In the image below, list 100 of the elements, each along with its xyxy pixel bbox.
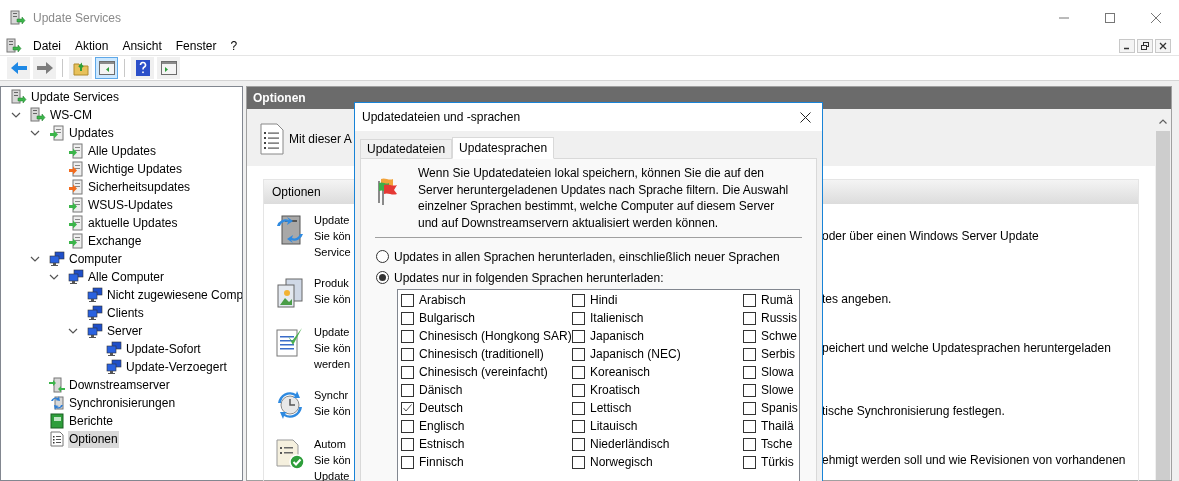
tree-item[interactable]: Updates [68, 124, 115, 142]
tree-item[interactable]: Computer [68, 250, 123, 268]
checkbox[interactable] [572, 311, 585, 325]
list-document-icon [49, 431, 65, 447]
language-label: Thailä [761, 418, 794, 435]
tab[interactable]: Updatesprachen [452, 137, 555, 159]
computers-icon [87, 305, 103, 321]
checkbox[interactable] [401, 383, 414, 397]
tree-item[interactable]: Alle Computer [87, 268, 166, 286]
computers-icon [49, 251, 65, 267]
scroll-up-icon[interactable] [1159, 118, 1167, 124]
checkbox[interactable] [572, 401, 585, 415]
checkbox[interactable] [743, 293, 756, 307]
language-label: Rumä [761, 292, 793, 309]
tree-item[interactable]: Exchange [87, 232, 143, 250]
downstream-icon [49, 377, 65, 393]
language-label: Türkis [761, 454, 794, 471]
menu-item[interactable]: Fenster [168, 36, 224, 55]
tree-item[interactable]: Berichte [68, 412, 115, 430]
checkbox[interactable] [401, 365, 414, 379]
panel-icon [160, 61, 177, 75]
tree-item[interactable]: Clients [106, 304, 145, 322]
tree-item[interactable]: Nicht zugewiesene Comp [106, 286, 242, 304]
computers-icon [106, 341, 122, 357]
menu-item[interactable]: Datei [26, 36, 68, 55]
language-label: Italienisch [590, 310, 644, 327]
tree-item[interactable]: Wichtige Updates [87, 160, 184, 178]
tree-item[interactable]: Server [106, 322, 144, 340]
pane-intro-text: Mit dieser A [289, 130, 352, 148]
tree-item[interactable]: Alle Updates [87, 142, 158, 160]
checkbox[interactable] [401, 437, 414, 451]
option-text: Autom [314, 437, 347, 452]
checkbox[interactable] [743, 401, 756, 415]
toolbar-button[interactable] [95, 57, 118, 79]
option-description: peichert und welche Updatesprachen heruntergeladen [822, 340, 1111, 357]
chevron-icon[interactable] [49, 272, 59, 282]
tree-item[interactable]: Downstreamserver [68, 376, 171, 394]
checkbox[interactable] [401, 419, 414, 433]
close-icon [1151, 13, 1161, 23]
checkbox[interactable] [743, 419, 756, 433]
scrollbar-thumb[interactable] [1156, 131, 1170, 480]
checkbox[interactable] [401, 293, 414, 307]
checkbox[interactable] [743, 455, 756, 469]
tree-item[interactable]: Update Services [30, 88, 121, 106]
tree-item[interactable]: Synchronisierungen [68, 394, 177, 412]
checkbox[interactable] [743, 383, 756, 397]
menu-item[interactable]: ? [223, 36, 245, 55]
checkbox[interactable] [401, 401, 414, 415]
option-text: Update [314, 325, 351, 340]
checkbox[interactable] [743, 329, 756, 343]
tree-item[interactable]: Optionen [68, 430, 119, 448]
tree-item[interactable]: Sicherheitsupdates [87, 178, 192, 196]
tree-item[interactable]: Update-Sofort [125, 340, 202, 358]
chevron-icon[interactable] [30, 128, 40, 138]
checkbox[interactable] [743, 365, 756, 379]
language-label: Chinesisch (vereinfacht) [419, 364, 548, 381]
chevron-icon[interactable] [30, 254, 40, 264]
language-label: Japanisch [590, 328, 645, 345]
chevron-icon[interactable] [11, 110, 21, 120]
mdi-restore-button[interactable] [1137, 38, 1153, 53]
menu-item[interactable]: Ansicht [115, 36, 169, 55]
checkbox[interactable] [572, 365, 585, 379]
radio-button[interactable] [376, 271, 389, 284]
app-icon [10, 10, 26, 26]
language-label: Litauisch [590, 418, 638, 435]
tab[interactable]: Updatedateien [360, 139, 453, 159]
server-icon [274, 214, 306, 246]
checkbox[interactable] [572, 293, 585, 307]
language-label: Arabisch [419, 292, 466, 309]
checkbox[interactable] [401, 311, 414, 325]
checkbox[interactable] [572, 329, 585, 343]
help-icon [135, 60, 150, 76]
checkbox[interactable] [401, 329, 414, 343]
checkbox[interactable] [743, 311, 756, 325]
checkbox[interactable] [572, 347, 585, 361]
checkbox[interactable] [401, 455, 414, 469]
tree-item[interactable]: Update-Verzoegert [125, 358, 228, 376]
update-icon [68, 233, 84, 249]
checkbox[interactable] [743, 437, 756, 451]
restore-icon [1141, 41, 1149, 50]
radio-label: Updates in allen Sprachen herunterladen, einschließlich neuer Sprachen [394, 248, 780, 266]
checkbox[interactable] [572, 455, 585, 469]
radio-button[interactable] [376, 250, 389, 263]
chevron-icon[interactable] [68, 326, 78, 336]
list-document-icon [259, 122, 285, 155]
language-label: Niederländisch [590, 436, 670, 453]
language-label: Lettisch [590, 400, 632, 417]
computers-icon [87, 323, 103, 339]
option-description: tische Synchronisierung festlegen. [822, 403, 1005, 420]
checkbox[interactable] [743, 347, 756, 361]
checkbox[interactable] [572, 437, 585, 451]
checkbox[interactable] [401, 347, 414, 361]
language-label: Koreanisch [590, 364, 651, 381]
mdi-close-button[interactable] [1155, 38, 1171, 53]
tree-item[interactable]: aktuelle Updates [87, 214, 179, 232]
tree-item[interactable]: WSUS-Updates [87, 196, 174, 214]
checkbox[interactable] [572, 419, 585, 433]
tree-item[interactable]: WS-CM [49, 106, 93, 124]
checkbox[interactable] [572, 383, 585, 397]
menu-item[interactable]: Aktion [68, 36, 116, 55]
